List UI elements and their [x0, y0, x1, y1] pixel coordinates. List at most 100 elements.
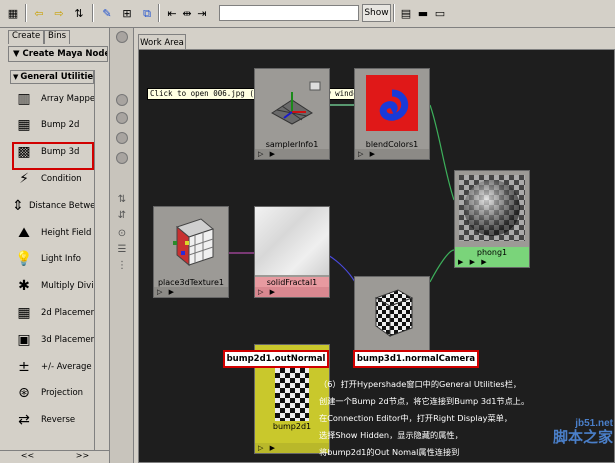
- wire: [327, 254, 356, 283]
- create-bar-label: Create Maya Nodes: [22, 49, 108, 59]
- arrow-right-icon[interactable]: ⇨: [50, 4, 68, 22]
- grid-icon[interactable]: ▦: [4, 4, 22, 22]
- node-list: ▥ Array Mapper ▦ Bump 2d ▩ Bump 3d ⚡ Condition ⇕…: [10, 86, 94, 446]
- node-port-bar[interactable]: ▷ ▶: [355, 149, 429, 159]
- condition-icon: ⚡: [19, 170, 29, 187]
- layout2-icon[interactable]: ▬: [414, 4, 432, 22]
- sphere-icon[interactable]: [116, 94, 128, 106]
- 2d-placement-icon: ▦: [17, 304, 31, 321]
- sort-icon[interactable]: ⇅: [70, 4, 88, 22]
- node-list-item[interactable]: ▣ 3d Placement: [10, 327, 94, 352]
- node-list-label: Light Info: [41, 254, 82, 265]
- wire: [429, 249, 455, 283]
- reverse-icon: ⇄: [18, 412, 30, 429]
- node-blendcolors[interactable]: blendColors1 ▷ ▶: [354, 68, 430, 160]
- pencil-icon[interactable]: ✎: [98, 4, 116, 22]
- toolbar: ▦ ⇦ ⇨ ⇅ ✎ ⊞ ⧉ ⇤ ⇹ ⇥ Show ▤ ▬ ▭: [0, 0, 615, 28]
- node-list-item[interactable]: ⇄ Reverse: [10, 408, 94, 433]
- node-list-label: Condition: [41, 173, 82, 184]
- sort-az-icon[interactable]: ⇅: [115, 192, 129, 206]
- node-samplerinfo[interactable]: samplerInfo1 ▷ ▶: [254, 68, 330, 160]
- node-list-item[interactable]: ⛰ Height Field: [10, 220, 94, 245]
- create-panel: Create Bins ▼ Create Maya Nodes ▼ Genera…: [0, 28, 110, 463]
- node-list-label: Bump 2d: [41, 120, 80, 131]
- toolbar-separator: [158, 4, 160, 22]
- node-list-item[interactable]: ⇕ Distance Between: [10, 193, 94, 218]
- tab-bins[interactable]: Bins: [44, 30, 71, 44]
- watermark-name: 脚本之家: [552, 429, 613, 446]
- grid-small-icon[interactable]: ⋮: [115, 258, 129, 272]
- scrollbar[interactable]: [94, 70, 106, 450]
- node-list-item[interactable]: ▥ Array Mapper: [10, 86, 94, 111]
- node-port-bar[interactable]: ▷ ▶: [255, 149, 329, 159]
- node-list-item[interactable]: ▦ Bump 2d: [10, 113, 94, 138]
- node-list-item[interactable]: ⊛ Projection: [10, 381, 94, 406]
- layout3-icon[interactable]: ▭: [431, 4, 449, 22]
- general-utilities-section[interactable]: ▼ General Utilities: [10, 70, 94, 84]
- grid-dots-icon[interactable]: ⊞: [118, 4, 136, 22]
- node-list-label: Reverse: [41, 415, 76, 426]
- work-area-canvas[interactable]: Click to open 006.jpg (800 X 650) in new…: [138, 49, 615, 463]
- node-list-item[interactable]: ✱ Multiply Divide: [10, 274, 94, 299]
- node-list-item[interactable]: ± +/- Average: [10, 354, 94, 379]
- node-place3dtexture[interactable]: place3dTexture1 ▷ ▶: [153, 206, 229, 298]
- place3d-thumbnail: [154, 207, 228, 275]
- tab-work-area[interactable]: Work Area: [138, 34, 186, 50]
- node-list-item[interactable]: ⚡ Condition: [10, 166, 94, 191]
- 3d-placement-icon: ▣: [17, 331, 31, 348]
- wire: [429, 104, 455, 201]
- node-list-label: 3d Placement: [41, 334, 94, 345]
- sphere-icon[interactable]: [116, 132, 128, 144]
- callout-normalcamera: bump3d1.normalCamera: [353, 350, 479, 368]
- callout-outnormal: bump2d1.outNormal: [223, 350, 329, 368]
- node-list-item[interactable]: ▦ 2d Placement: [10, 300, 94, 325]
- bump-2d-icon: ▦: [17, 117, 31, 134]
- hypershade-window: ▦ ⇦ ⇨ ⇅ ✎ ⊞ ⧉ ⇤ ⇹ ⇥ Show ▤ ▬ ▭ Create Bi…: [0, 0, 615, 463]
- node-port-bar[interactable]: ▷ ▶: [154, 287, 228, 297]
- toolbar-separator: [92, 4, 94, 22]
- node-list-label: 2d Placement: [41, 307, 94, 318]
- desc-line: 创建一个Bump 2d节点，将它连接到Bump 3d1节点上。: [319, 396, 530, 406]
- toolbar-separator: [25, 4, 27, 22]
- show-button[interactable]: Show: [362, 4, 391, 22]
- sphere-icon[interactable]: [116, 112, 128, 124]
- section-label: General Utilities: [20, 72, 94, 82]
- projection-icon: ⊛: [18, 385, 30, 402]
- node-list-label: Array Mapper: [41, 93, 94, 104]
- node-list-label: Projection: [41, 388, 84, 399]
- triangle-down-icon: ▼: [13, 73, 19, 81]
- sort-za-icon[interactable]: ⇵: [115, 208, 129, 222]
- arrow-left-icon[interactable]: ⇦: [30, 4, 48, 22]
- node-list-label: Height Field: [41, 227, 92, 238]
- list-icon[interactable]: ☰: [115, 242, 129, 256]
- multiply-divide-icon: ✱: [18, 278, 30, 295]
- scroll-right-button[interactable]: >>: [76, 451, 89, 463]
- sphere-icon[interactable]: [116, 31, 128, 43]
- phong-thumbnail: [455, 171, 529, 245]
- node-list-label: +/- Average: [41, 361, 92, 372]
- create-maya-nodes-bar[interactable]: ▼ Create Maya Nodes: [8, 46, 108, 62]
- node-list-label: Distance Between: [28, 200, 94, 211]
- tab-create[interactable]: Create: [8, 30, 45, 44]
- sampler-thumbnail: [255, 69, 329, 137]
- toolbar-separator: [393, 4, 395, 22]
- search-input[interactable]: [219, 5, 359, 21]
- bump3d-thumbnail: [355, 277, 429, 347]
- filter-icon[interactable]: ⊙: [115, 226, 129, 240]
- layout-icon[interactable]: ▤: [397, 4, 415, 22]
- scroll-left-button[interactable]: <<: [21, 451, 34, 463]
- node-solidfractal[interactable]: solidFractal1 ▷ ▶: [254, 206, 330, 298]
- watermark-url: jb51.net: [575, 418, 613, 429]
- side-toolbar: ⇅ ⇵ ⊙ ☰ ⋮: [110, 28, 134, 463]
- node-port-bar[interactable]: ▷ ▶: [255, 287, 329, 297]
- node-port-bar[interactable]: ▶ ▶ ▶: [455, 257, 529, 267]
- graph-icon[interactable]: ⧉: [138, 4, 156, 22]
- light-info-icon: 💡: [15, 251, 33, 268]
- sphere-icon[interactable]: [116, 152, 128, 164]
- node-list-item[interactable]: 💡 Light Info: [10, 247, 94, 272]
- desc-line: （6）打开Hypershade窗口中的General Utilities栏，: [319, 379, 522, 389]
- node-phong[interactable]: phong1 ▶ ▶ ▶: [454, 170, 530, 268]
- panel-footer: << >>: [0, 450, 110, 463]
- distance-between-icon: ⇕: [12, 197, 24, 214]
- node-port-bar[interactable]: ▷ ▶: [255, 443, 329, 453]
